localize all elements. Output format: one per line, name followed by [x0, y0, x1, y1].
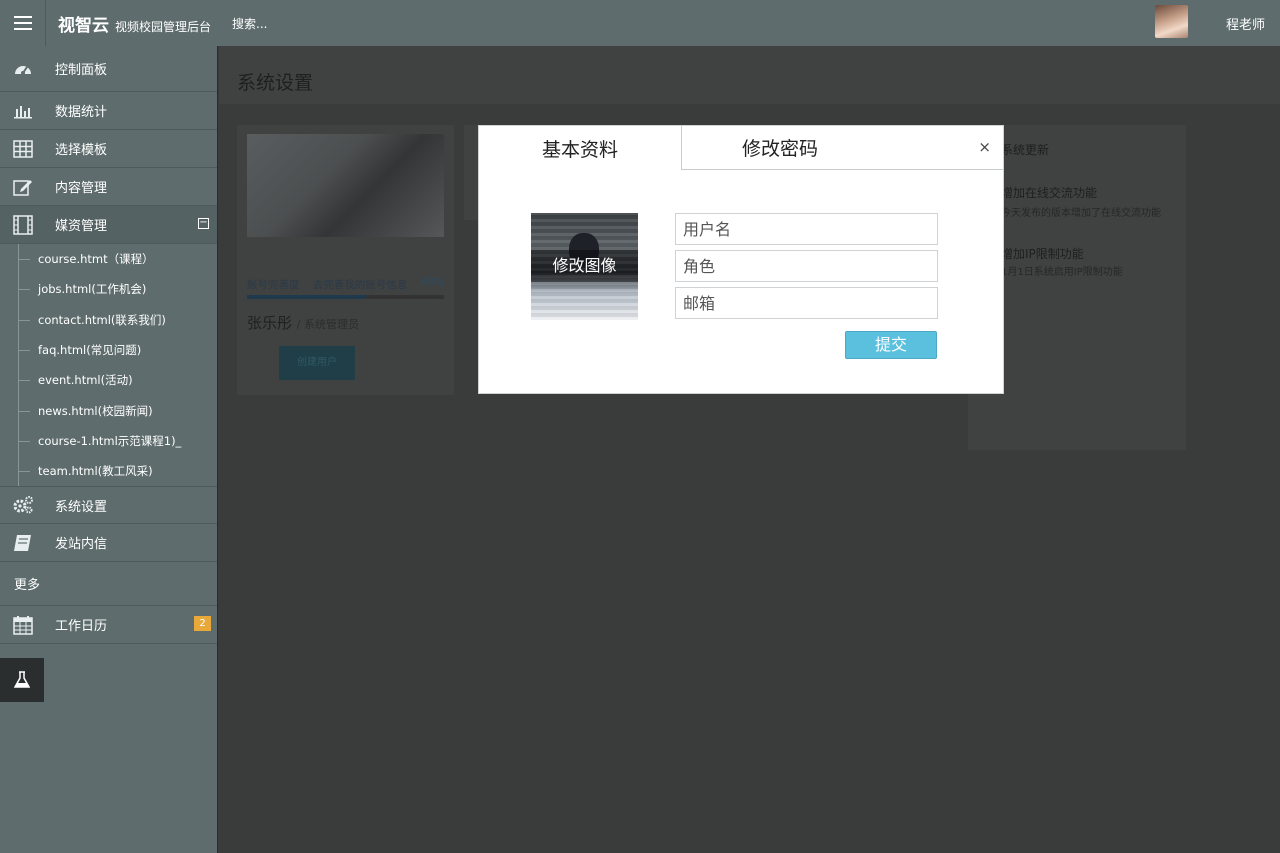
calendar-icon	[12, 614, 34, 636]
sidebar-item-label: 数据统计	[55, 105, 108, 120]
avatar-photo[interactable]: 修改图像	[531, 213, 638, 320]
tab-basic-info[interactable]: 基本资料	[479, 126, 682, 170]
progress-bar-fill	[247, 295, 366, 299]
search-input[interactable]: 搜索...	[232, 15, 267, 32]
submenu-item-course-1[interactable]: course-1.html示范课程1)_	[0, 426, 217, 456]
sidebar-item-messages[interactable]: 发站内信	[0, 524, 217, 563]
submenu-item-course[interactable]: course.htmt（课程）	[0, 244, 217, 274]
bar-chart-icon	[12, 100, 34, 122]
sidebar-item-label: 工作日历	[55, 619, 108, 635]
sidebar-item-dashboard[interactable]: 控制面板	[0, 46, 217, 92]
update-item-title[interactable]: 增加在线交流功能	[1001, 184, 1097, 201]
collapse-icon[interactable]: −	[198, 218, 209, 229]
email-field[interactable]	[675, 287, 938, 319]
sidebar-item-calendar[interactable]: 工作日历 2	[0, 606, 217, 645]
updates-title: 系统更新	[1001, 143, 1050, 157]
book-icon	[12, 532, 34, 554]
change-photo-label[interactable]: 修改图像	[531, 250, 638, 282]
progress-bar	[247, 295, 444, 299]
sidebar-item-label: 媒资管理	[55, 219, 108, 234]
sidebar-item-media[interactable]: 媒资管理 −	[0, 206, 217, 244]
profile-modal: 基本资料 修改密码 × 修改图像 提交	[478, 125, 1004, 394]
profile-photo	[247, 134, 444, 237]
update-item-desc: 1月1日系统启用IP限制功能	[1001, 267, 1123, 278]
sidebar-item-content[interactable]: 内容管理	[0, 168, 217, 206]
profile-progress: 账号完善度 去完善我的账号信息 60%	[247, 276, 444, 292]
sidebar-item-settings[interactable]: 系统设置	[0, 486, 217, 525]
sidebar-item-templates[interactable]: 选择模板	[0, 130, 217, 168]
film-icon	[12, 214, 34, 236]
flask-icon[interactable]	[0, 658, 44, 702]
submenu-item-event[interactable]: event.html(活动)	[0, 365, 217, 395]
tab-divider	[878, 169, 1004, 170]
sidebar-item-label: 系统设置	[55, 499, 108, 515]
page-title: 系统设置	[219, 46, 1280, 104]
brand-name: 视智云	[58, 15, 109, 36]
submit-button[interactable]: 提交	[845, 331, 937, 359]
complete-profile-link[interactable]: 去完善我的账号信息	[313, 279, 408, 291]
profile-name-text: 张乐彤	[247, 314, 293, 332]
menu-toggle-button[interactable]	[0, 0, 46, 46]
profile-role: / 系统管理员	[296, 318, 359, 331]
sidebar: 控制面板 数据统计 选择模板 内容管理 媒资管理 − course.htmt（课…	[0, 46, 218, 853]
create-user-button[interactable]: 创建用户	[279, 346, 355, 380]
close-icon[interactable]: ×	[978, 138, 991, 156]
media-submenu: course.htmt（课程） jobs.html(工作机会) contact.…	[0, 244, 217, 487]
username-field[interactable]	[675, 213, 938, 245]
update-item-title[interactable]: 增加IP限制功能	[1001, 245, 1084, 262]
username[interactable]: 程老师	[1226, 14, 1265, 33]
sidebar-more[interactable]: 更多	[0, 562, 217, 607]
calendar-badge: 2	[194, 616, 211, 632]
sidebar-item-label: 控制面板	[55, 63, 108, 78]
submenu-item-jobs[interactable]: jobs.html(工作机会)	[0, 274, 217, 304]
edit-icon	[12, 176, 34, 198]
sidebar-item-label: 发站内信	[55, 537, 108, 553]
brand-subtitle: 视频校园管理后台	[115, 19, 212, 34]
avatar[interactable]	[1155, 5, 1188, 38]
sidebar-item-statistics[interactable]: 数据统计	[0, 92, 217, 130]
sidebar-item-label: 内容管理	[55, 181, 108, 196]
top-bar: 视智云 视频校园管理后台 搜索... 程老师	[0, 0, 1280, 46]
dashboard-icon	[12, 58, 34, 80]
submenu-item-contact[interactable]: contact.html(联系我们)	[0, 305, 217, 335]
progress-label: 账号完善度	[247, 279, 300, 291]
progress-percent: 60%	[420, 276, 444, 288]
submenu-item-team[interactable]: team.html(教工风采)	[0, 456, 217, 486]
profile-card: 账号完善度 去完善我的账号信息 60% 张乐彤 / 系统管理员 创建用户	[237, 125, 454, 395]
grid-icon	[12, 138, 34, 160]
hamburger-icon	[13, 16, 32, 30]
tab-change-password[interactable]: 修改密码	[682, 126, 878, 170]
submenu-item-faq[interactable]: faq.html(常见问题)	[0, 335, 217, 365]
update-item-desc: 今天发布的版本增加了在线交流功能	[1001, 208, 1161, 219]
sidebar-item-label: 选择模板	[55, 143, 108, 158]
submenu-item-news[interactable]: news.html(校园新闻)	[0, 395, 217, 425]
profile-name: 张乐彤 / 系统管理员	[247, 312, 359, 333]
gears-icon	[12, 494, 34, 516]
role-field[interactable]	[675, 250, 938, 282]
